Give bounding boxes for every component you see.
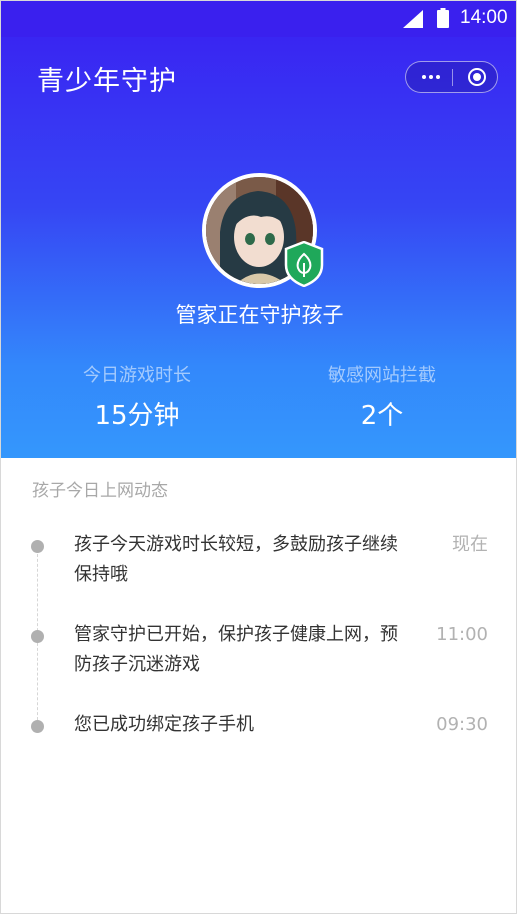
activity-text: 您已成功绑定孩子手机	[74, 714, 254, 735]
signal-icon	[403, 10, 423, 28]
status-bar: 14:00	[1, 1, 516, 37]
stat-game-time[interactable]: 今日游戏时长 15分钟	[37, 361, 237, 432]
activity-time: 11:00	[436, 624, 488, 645]
timeline-dot	[31, 540, 44, 553]
stat-label: 敏感网站拦截	[328, 365, 436, 386]
activity-text: 孩子今天游戏时长较短，多鼓励孩子继续保持哦	[74, 534, 398, 585]
more-dots-icon[interactable]	[416, 68, 446, 86]
page-title: 青少年守护	[37, 66, 177, 97]
stat-blocked-sites[interactable]: 敏感网站拦截 2个	[282, 361, 482, 432]
stat-value: 2个	[360, 401, 404, 431]
status-time: 14:00	[460, 7, 508, 28]
activity-text: 管家守护已开始，保护孩子健康上网，预防孩子沉迷游戏	[74, 624, 398, 675]
activity-time: 09:30	[436, 714, 488, 735]
activity-section-title: 孩子今日上网动态	[32, 481, 168, 501]
stat-value: 15分钟	[94, 401, 180, 431]
shield-leaf-icon	[284, 241, 324, 287]
mini-program-capsule	[405, 61, 498, 93]
hero-banner: 14:00 青少年守护 管家正在守护孩子 今日游戏时长 15分钟 敏感网站拦截 …	[1, 1, 516, 458]
timeline-dot	[31, 720, 44, 733]
timeline-dot	[31, 630, 44, 643]
stat-label: 今日游戏时长	[83, 365, 191, 386]
activity-time: 现在	[452, 534, 488, 555]
capsule-close-icon[interactable]	[468, 68, 486, 86]
capsule-divider	[452, 69, 453, 86]
guard-status-text: 管家正在守护孩子	[175, 303, 344, 327]
battery-icon	[437, 8, 449, 28]
app-frame: 14:00 青少年守护 管家正在守护孩子 今日游戏时长 15分钟 敏感网站拦截 …	[0, 0, 517, 914]
